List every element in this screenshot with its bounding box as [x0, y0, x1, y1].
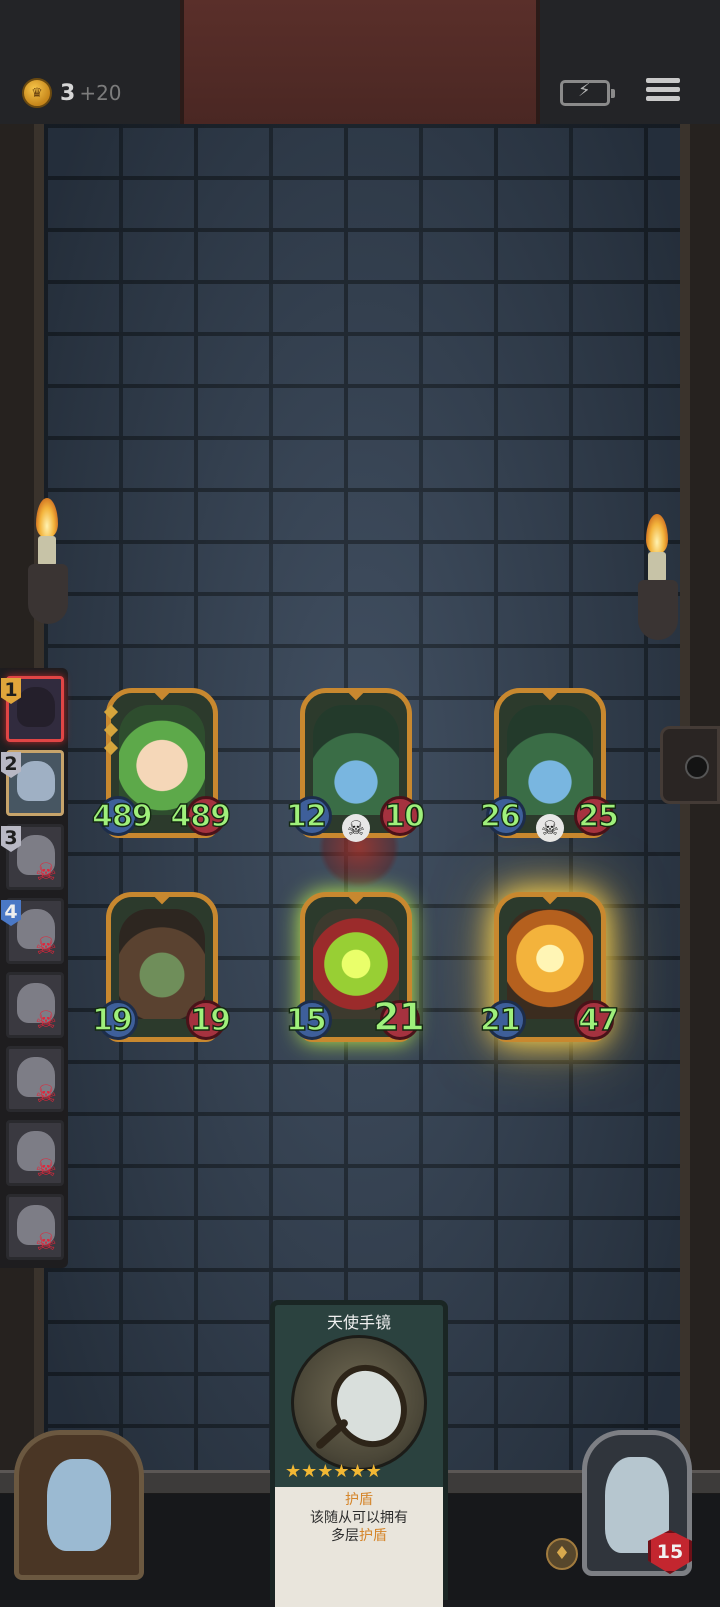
- unit-card[interactable]: 21 47: [479, 892, 620, 1042]
- skull-icon: ☠: [35, 1080, 57, 1108]
- gold-counter: ♛ 3 +20: [22, 76, 122, 110]
- battery-charging-icon[interactable]: ⚡: [560, 80, 615, 106]
- item-desc-line2: 多层护盾: [275, 1527, 443, 1545]
- unit-attack: 19: [91, 1003, 133, 1038]
- torch-left: [28, 498, 68, 638]
- item-card[interactable]: 天使手镜 ★★★★★★ 护盾 该随从可以拥有 多层护盾: [270, 1300, 448, 1607]
- gold-income: +20: [79, 81, 122, 105]
- torch-right: [638, 514, 678, 654]
- roster-slot[interactable]: ☠: [6, 1046, 64, 1112]
- unit-card[interactable]: ☠ 12 10: [285, 688, 426, 842]
- unit-card[interactable]: 489 489: [91, 688, 232, 838]
- mirror-icon: [291, 1335, 427, 1471]
- skull-icon: ☠: [35, 1228, 57, 1256]
- unit-health: 10: [384, 799, 426, 834]
- bell-icon[interactable]: ♦: [546, 1538, 578, 1570]
- item-keyword: 护盾: [345, 1492, 373, 1508]
- skull-icon: ☠: [35, 932, 57, 960]
- avatar: [17, 687, 55, 727]
- unit-card[interactable]: ☠ 26 25: [479, 688, 620, 842]
- avatar: [47, 1459, 111, 1551]
- unit-attack: 26: [479, 799, 521, 834]
- unit-stars: [103, 704, 119, 761]
- unit-card[interactable]: 19 19: [91, 892, 232, 1042]
- right-wall: [680, 124, 720, 1600]
- skull-icon: ☠: [35, 1154, 57, 1182]
- unit-attack: 12: [285, 799, 327, 834]
- unit-attack: 489: [91, 799, 153, 834]
- roster-slot[interactable]: ☠: [6, 1194, 64, 1260]
- skull-icon: ☠: [342, 814, 370, 842]
- flame-icon: [646, 514, 668, 554]
- avatar: [17, 761, 55, 801]
- roster-slot[interactable]: ☠: [6, 1120, 64, 1186]
- top-doorway: [180, 0, 540, 124]
- gold-coin-icon: ♛: [22, 78, 52, 108]
- item-desc-keyword: 护盾: [359, 1528, 387, 1544]
- item-desc-line1: 该随从可以拥有: [310, 1510, 408, 1526]
- skull-icon: ☠: [536, 814, 564, 842]
- item-desc-prefix: 多层: [331, 1528, 359, 1544]
- unit-health: 19: [190, 1003, 232, 1038]
- unit-health: 25: [578, 799, 620, 834]
- unit-card[interactable]: 15 21: [285, 892, 426, 1042]
- unit-attack: 15: [285, 1003, 327, 1038]
- player-hero-portrait[interactable]: [14, 1430, 144, 1580]
- door-knob: [660, 726, 720, 804]
- skull-icon: ☠: [35, 1006, 57, 1034]
- flame-icon: [36, 498, 58, 538]
- gold-amount: 3: [60, 80, 76, 106]
- unit-health: 47: [578, 1003, 620, 1038]
- unit-health: 489: [170, 799, 232, 834]
- opponent-roster: 1 2 ☠ 3 ☠ 4 ☠ ☠ ☠ ☠: [0, 668, 68, 1268]
- roster-slot[interactable]: ☠: [6, 972, 64, 1038]
- item-title: 天使手镜: [326, 1313, 391, 1332]
- unit-health: 21: [372, 995, 425, 1039]
- item-description: 护盾 该随从可以拥有 多层护盾: [275, 1487, 443, 1607]
- unit-attack: 21: [479, 1003, 521, 1038]
- menu-icon[interactable]: [646, 74, 680, 108]
- top-bar: ♛ 3 +20 ⚡: [0, 0, 720, 124]
- skull-icon: ☠: [35, 858, 57, 886]
- item-stars: ★★★★★★: [285, 1461, 382, 1482]
